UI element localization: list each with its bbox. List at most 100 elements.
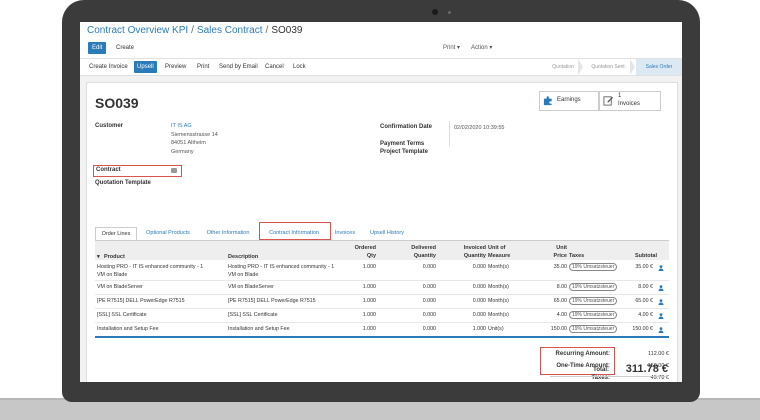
cell-invoiced-qty[interactable]: 0.000	[445, 284, 486, 292]
analytic-icon[interactable]	[658, 327, 664, 333]
breadcrumb-sales-contract[interactable]: Sales Contract	[197, 25, 263, 36]
stage-quotation[interactable]: Quotation	[548, 59, 578, 75]
cell-ordered-qty[interactable]: 1.000	[337, 284, 376, 292]
cell-unit-price[interactable]: 4.00	[537, 312, 567, 320]
sort-caret-icon[interactable]: ▾	[97, 253, 100, 261]
column-taxes[interactable]: Taxes	[569, 252, 584, 260]
cell-product[interactable]: VM on Blade	[97, 272, 127, 280]
column-unit-1[interactable]: Unit of	[488, 244, 505, 252]
cell-uom[interactable]: Month(s)	[488, 312, 509, 320]
cell-taxes[interactable]: 19% Umsatzsteuer	[569, 283, 618, 292]
recurring-amount-value: 112.00 €	[647, 351, 669, 357]
customer-country: Germany	[171, 148, 194, 155]
cell-delivered-qty[interactable]: 0.000	[387, 264, 436, 272]
cell-invoiced-qty[interactable]: 0.000	[445, 264, 486, 272]
confirmation-date-label: Confirmation Date	[380, 124, 433, 130]
cell-unit-price[interactable]: 150.00	[537, 326, 567, 334]
column-product[interactable]: Product	[104, 253, 125, 261]
stage-sales-order[interactable]: Sales Order	[636, 59, 682, 75]
tab-optional-products[interactable]: Optional Products	[143, 227, 193, 240]
cell-delivered-qty[interactable]: 0.000	[387, 326, 436, 334]
camera-sensor-icon	[448, 11, 451, 14]
customer-name-link[interactable]: IT IS AG	[171, 122, 192, 131]
cancel-button[interactable]: Cancel	[265, 59, 284, 75]
cell-product[interactable]: Installation and Setup Fee	[97, 326, 159, 334]
cell-description[interactable]: VM on BladeServer	[228, 284, 274, 292]
earnings-button[interactable]: Earnings	[539, 91, 599, 111]
earnings-label: Earnings	[557, 97, 581, 103]
column-invoiced-2[interactable]: Quantity	[445, 252, 486, 260]
cell-ordered-qty[interactable]: 1.000	[337, 326, 376, 334]
column-invoiced-1[interactable]: Invoiced	[445, 244, 486, 252]
column-delivered-1[interactable]: Delivered	[387, 244, 436, 252]
create-invoice-button[interactable]: Create Invoice	[89, 59, 128, 75]
column-price-2[interactable]: Price	[537, 252, 567, 260]
cell-taxes[interactable]: 19% Umsatzsteuer	[569, 263, 618, 272]
lock-button[interactable]: Lock	[293, 59, 306, 75]
cell-uom[interactable]: Month(s)	[488, 264, 509, 272]
invoices-button[interactable]: 1 Invoices	[599, 91, 661, 111]
cell-description[interactable]: [PE R7515] DELL PowerEdge R7515	[228, 298, 316, 306]
print-dropdown[interactable]: Print ▾	[443, 42, 460, 54]
cell-taxes[interactable]: 19% Umsatzsteuer	[569, 311, 618, 320]
cell-uom[interactable]: Month(s)	[488, 284, 509, 292]
edit-button[interactable]: Edit	[88, 42, 107, 54]
cell-description[interactable]: [SSL] SSL Certificate	[228, 312, 278, 320]
cell-description[interactable]: Installation and Setup Fee	[228, 326, 290, 334]
cell-delivered-qty[interactable]: 0.000	[387, 312, 436, 320]
invoices-count: 1	[618, 93, 622, 99]
total-label: Total:	[593, 367, 609, 373]
create-button[interactable]: Create	[113, 42, 137, 54]
customer-street: Siemensstrasse 14	[171, 131, 218, 138]
cell-product[interactable]: Hosting PRO - IT IS enhanced community -…	[97, 264, 203, 272]
contract-field-icon[interactable]	[171, 168, 177, 173]
analytic-icon[interactable]	[658, 285, 664, 291]
cell-delivered-qty[interactable]: 0.000	[387, 284, 436, 292]
breadcrumb-contract-overview[interactable]: Contract Overview KPI	[87, 25, 188, 36]
tax-tag: 19% Umsatzsteuer	[569, 263, 618, 271]
cell-invoiced-qty[interactable]: 0.000	[445, 298, 486, 306]
cell-product[interactable]: [SSL] SSL Certificate	[97, 312, 147, 320]
tax-tag: 19% Umsatzsteuer	[569, 297, 618, 305]
cell-taxes[interactable]: 19% Umsatzsteuer	[569, 297, 618, 306]
cell-ordered-qty[interactable]: 1.000	[337, 298, 376, 306]
cell-unit-price[interactable]: 65.00	[537, 298, 567, 306]
column-price-1[interactable]: Unit	[537, 244, 567, 252]
print-button[interactable]: Print	[197, 59, 209, 75]
cell-taxes[interactable]: 19% Umsatzsteuer	[569, 325, 618, 334]
upsell-button[interactable]: Upsell	[134, 61, 157, 73]
cell-uom[interactable]: Unit(s)	[488, 326, 504, 334]
preview-button[interactable]: Preview	[165, 59, 186, 75]
column-delivered-2[interactable]: Quantity	[387, 252, 436, 260]
analytic-icon[interactable]	[658, 313, 664, 319]
cell-description[interactable]: VM on Blade	[228, 272, 258, 280]
column-description[interactable]: Description	[228, 253, 258, 261]
analytic-icon[interactable]	[658, 299, 664, 305]
send-by-email-button[interactable]: Send by Email	[219, 59, 258, 75]
cell-delivered-qty[interactable]: 0.000	[387, 298, 436, 306]
cell-uom[interactable]: Month(s)	[488, 298, 509, 306]
analytic-icon[interactable]	[658, 265, 664, 271]
cell-unit-price[interactable]: 8.00	[537, 284, 567, 292]
tab-upsell-history[interactable]: Upsell History	[365, 227, 409, 240]
cell-product[interactable]: [PE R7515] DELL PowerEdge R7515	[97, 298, 185, 306]
column-subtotal[interactable]: Subtotal	[617, 252, 657, 260]
cell-ordered-qty[interactable]: 1.000	[337, 264, 376, 272]
cell-invoiced-qty[interactable]: 0.000	[445, 312, 486, 320]
tab-other-information[interactable]: Other Information	[203, 227, 253, 240]
stage-quotation-sent[interactable]: Quotation Sent	[586, 59, 630, 75]
tab-invoices[interactable]: Invoices	[332, 227, 358, 240]
cell-ordered-qty[interactable]: 1.000	[337, 312, 376, 320]
stage-arrow-icon	[630, 59, 635, 75]
cell-invoiced-qty[interactable]: 1.000	[445, 326, 486, 334]
column-ordered-2[interactable]: Qty	[337, 252, 376, 260]
cell-description[interactable]: Hosting PRO - IT IS enhanced community -…	[228, 264, 334, 272]
column-unit-2[interactable]: Measure	[488, 252, 510, 260]
order-title: SO039	[95, 95, 139, 111]
column-ordered-1[interactable]: Ordered	[337, 244, 376, 252]
stage-arrow-icon	[578, 59, 583, 75]
cell-product[interactable]: VM on BladeServer	[97, 284, 143, 292]
cell-unit-price[interactable]: 35.00	[537, 264, 567, 272]
cell-subtotal: 150.00 €	[632, 326, 653, 332]
action-dropdown[interactable]: Action ▾	[471, 42, 492, 54]
